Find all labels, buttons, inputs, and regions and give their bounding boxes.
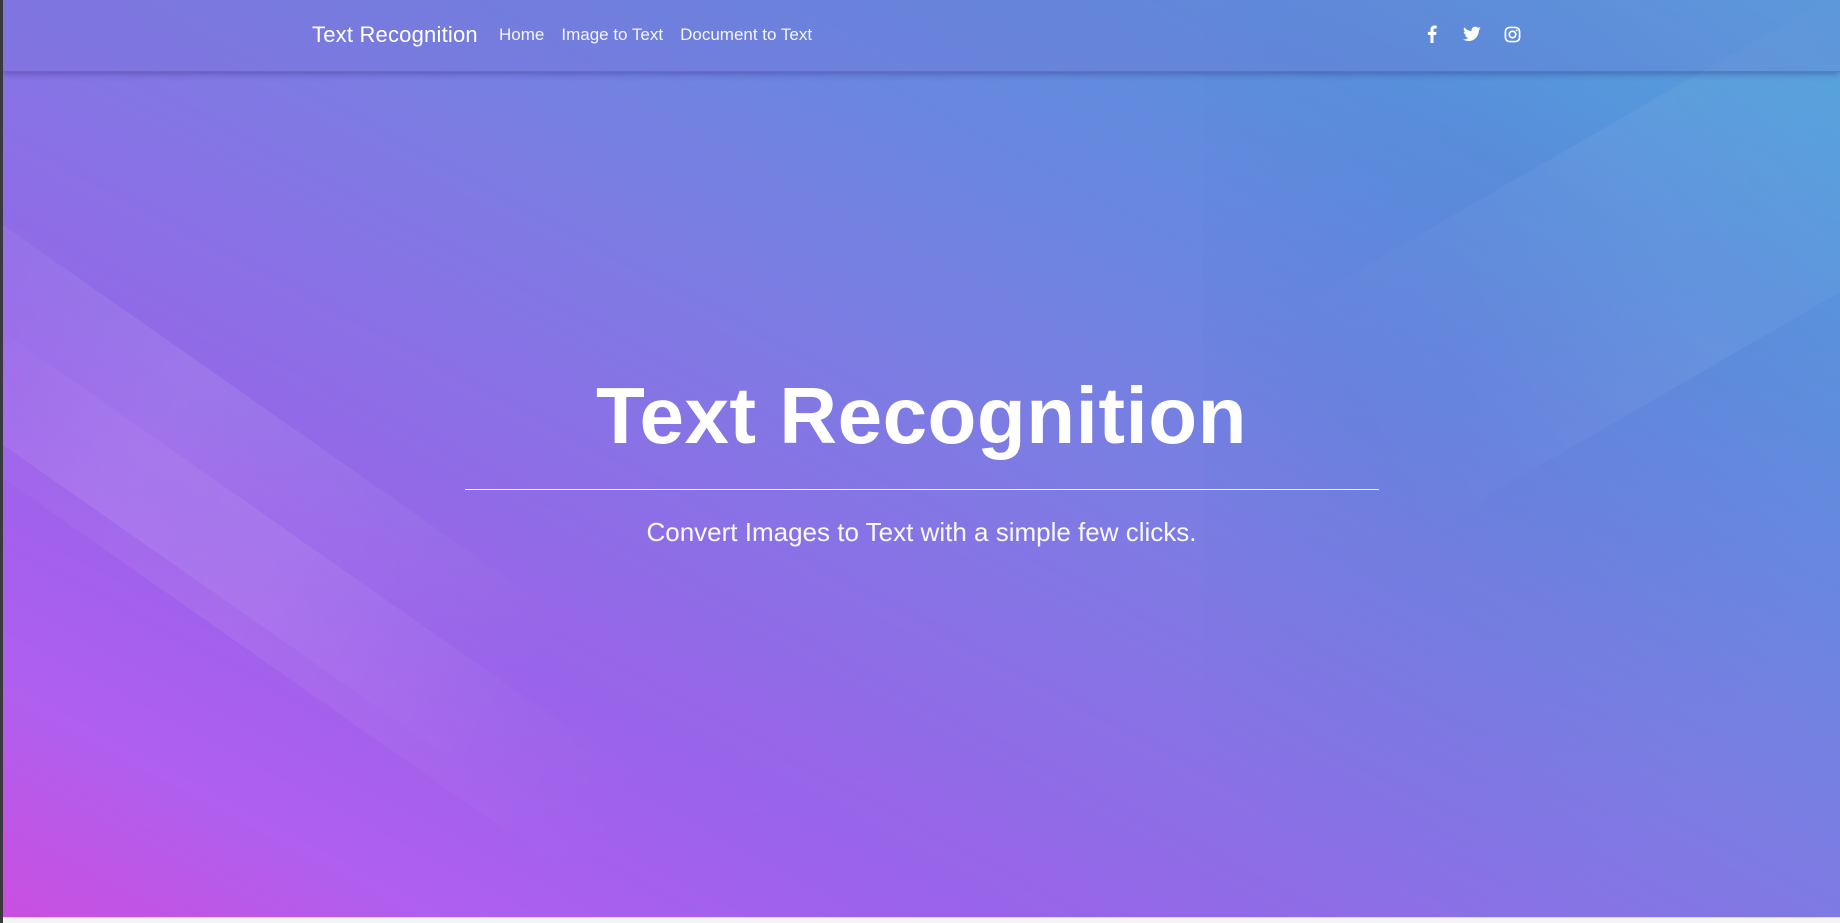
nav-link-image-to-text[interactable]: Image to Text [561, 25, 663, 45]
hero-divider [465, 489, 1379, 490]
brand-link[interactable]: Text Recognition [312, 22, 478, 48]
hero-content: Text Recognition Convert Images to Text … [3, 0, 1840, 917]
nav-links: Home Image to Text Document to Text [499, 25, 829, 45]
hero-title: Text Recognition [596, 371, 1247, 460]
top-navbar: Text Recognition Home Image to Text Docu… [3, 0, 1840, 72]
bottom-strip [0, 917, 1840, 923]
twitter-icon[interactable] [1463, 24, 1481, 44]
nav-link-document-to-text[interactable]: Document to Text [680, 25, 812, 45]
hero-subtitle: Convert Images to Text with a simple few… [646, 517, 1197, 547]
facebook-icon[interactable] [1423, 24, 1441, 44]
window-edge [0, 0, 3, 923]
instagram-icon[interactable] [1503, 24, 1521, 44]
page: Text Recognition Home Image to Text Docu… [0, 0, 1840, 923]
nav-link-home[interactable]: Home [499, 25, 544, 45]
social-links [1423, 24, 1521, 44]
